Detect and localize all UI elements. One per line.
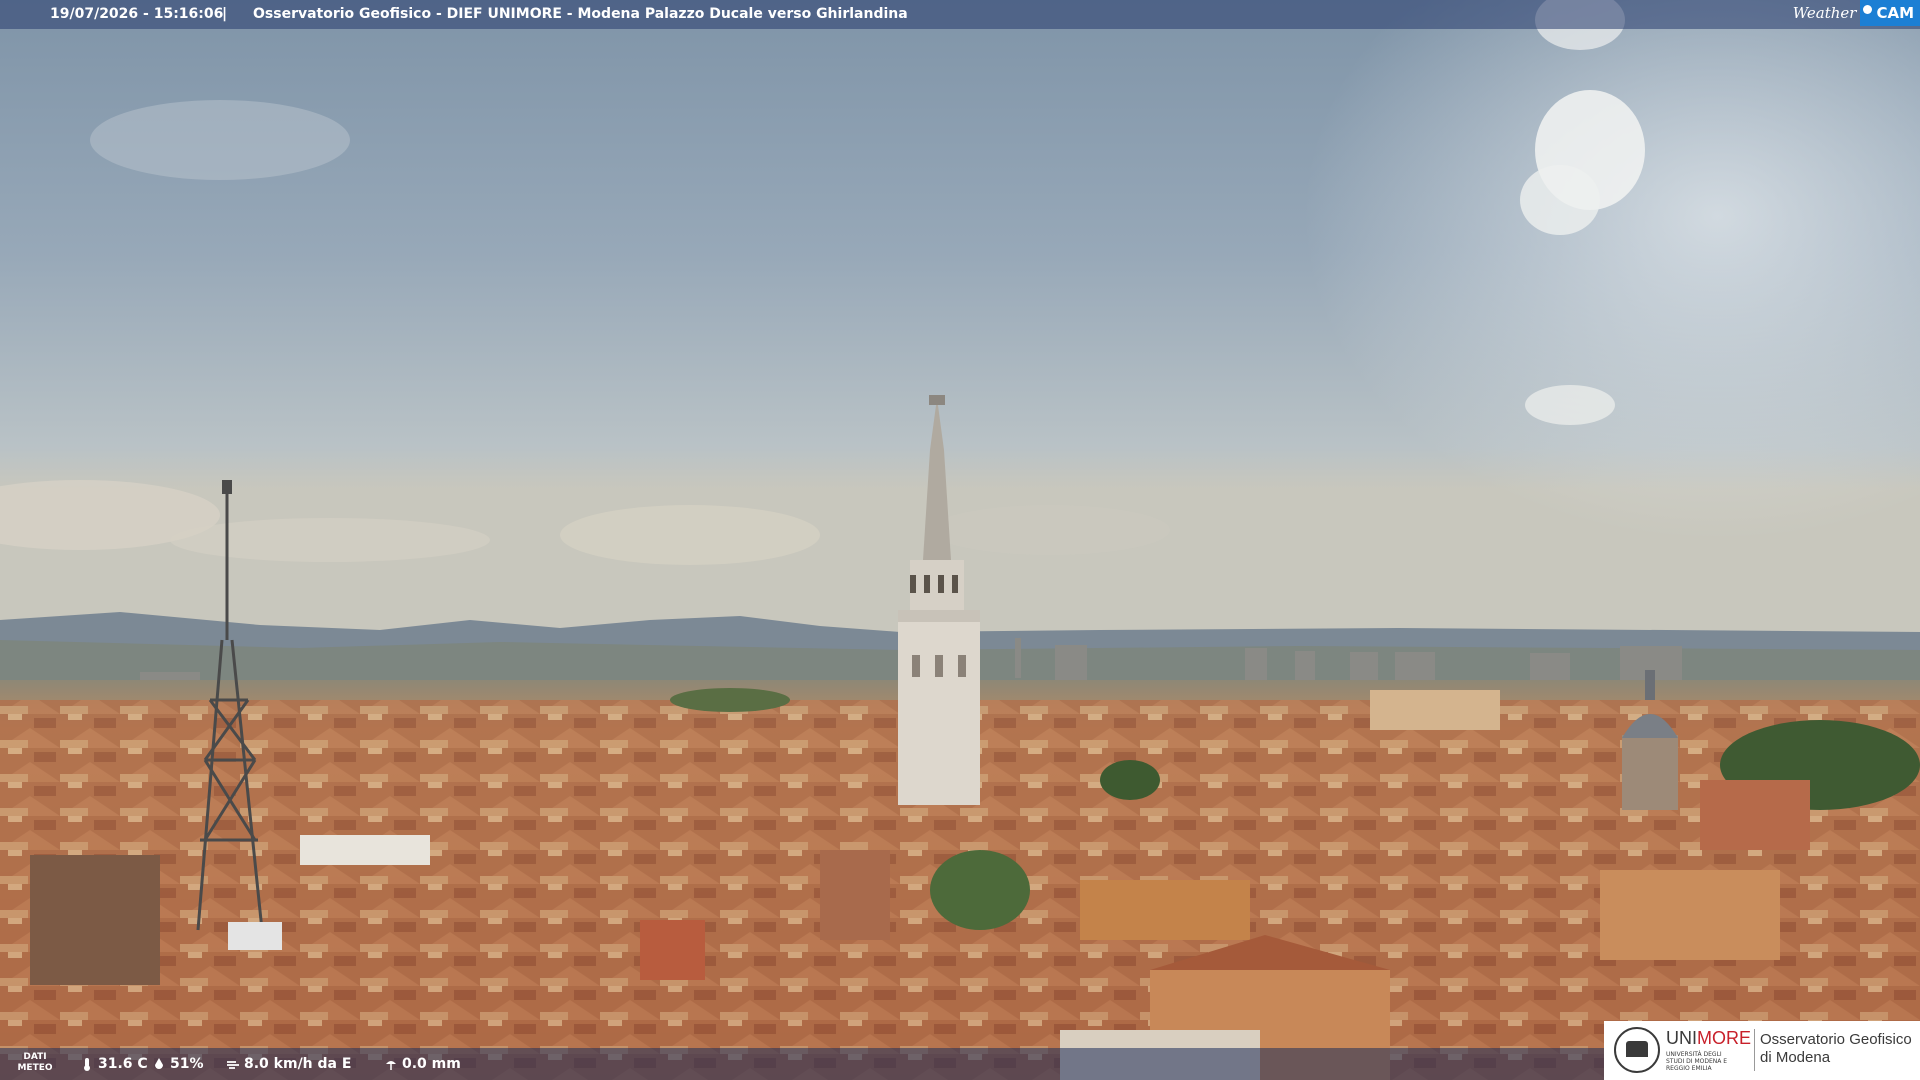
cam-dot-icon — [1863, 5, 1873, 14]
observatory-name: Osservatorio Geofisico di Modena — [1760, 1031, 1912, 1067]
weather-data-strip: DATI METEO 31.6 C 51% 8.0 km/h da E 0.0 … — [0, 1048, 1604, 1080]
logo-divider — [1754, 1029, 1755, 1071]
caption-separator: | — [222, 6, 228, 22]
rain-reading: 0.0 mm — [384, 1048, 461, 1080]
caption-bar: 19/07/2026 - 15:16:06 | Osservatorio Geo… — [0, 0, 1920, 29]
thermometer-icon — [84, 1058, 90, 1071]
wind-icon — [227, 1061, 239, 1069]
weather-data-label-line2: METEO — [17, 1063, 53, 1073]
wind-reading: 8.0 km/h da E — [226, 1048, 351, 1080]
temperature-reading: 31.6 C — [80, 1048, 148, 1080]
humidity-drop-icon — [155, 1058, 163, 1069]
unimore-subtitle: UNIVERSITÀ DEGLI STUDI DI MODENA E REGGI… — [1666, 1051, 1728, 1072]
wind-value: 8.0 km/h da E — [244, 1056, 352, 1072]
timestamp: 19/07/2026 - 15:16:06 — [50, 6, 224, 22]
weathercam-logo: Weather CAM — [1793, 0, 1920, 26]
weather-data-label-line1: DATI — [23, 1052, 47, 1062]
brand-weather: Weather — [1792, 4, 1857, 22]
city-panorama-photo — [0, 0, 1920, 1080]
rain-value: 0.0 mm — [402, 1056, 461, 1072]
unimore-wordmark: UNIMORE — [1666, 1028, 1751, 1049]
camera-title: Osservatorio Geofisico - DIEF UNIMORE - … — [253, 6, 908, 22]
temperature-value: 31.6 C — [98, 1056, 148, 1072]
humidity-reading: 51% — [152, 1048, 204, 1080]
weather-data-label: DATI METEO — [12, 1052, 58, 1074]
brand-cam: CAM — [1860, 0, 1920, 26]
observatory-line1: Osservatorio Geofisico — [1760, 1031, 1912, 1048]
unimore-logo-box: UNIMORE UNIVERSITÀ DEGLI STUDI DI MODENA… — [1604, 1021, 1920, 1080]
unimore-uni: UNI — [1666, 1028, 1697, 1048]
unimore-more: MORE — [1697, 1028, 1751, 1048]
observatory-line2: di Modena — [1760, 1049, 1831, 1066]
rain-icon — [386, 1061, 396, 1070]
humidity-value: 51% — [170, 1056, 204, 1072]
brand-cam-label: CAM — [1876, 4, 1914, 22]
university-seal-icon — [1614, 1027, 1660, 1073]
